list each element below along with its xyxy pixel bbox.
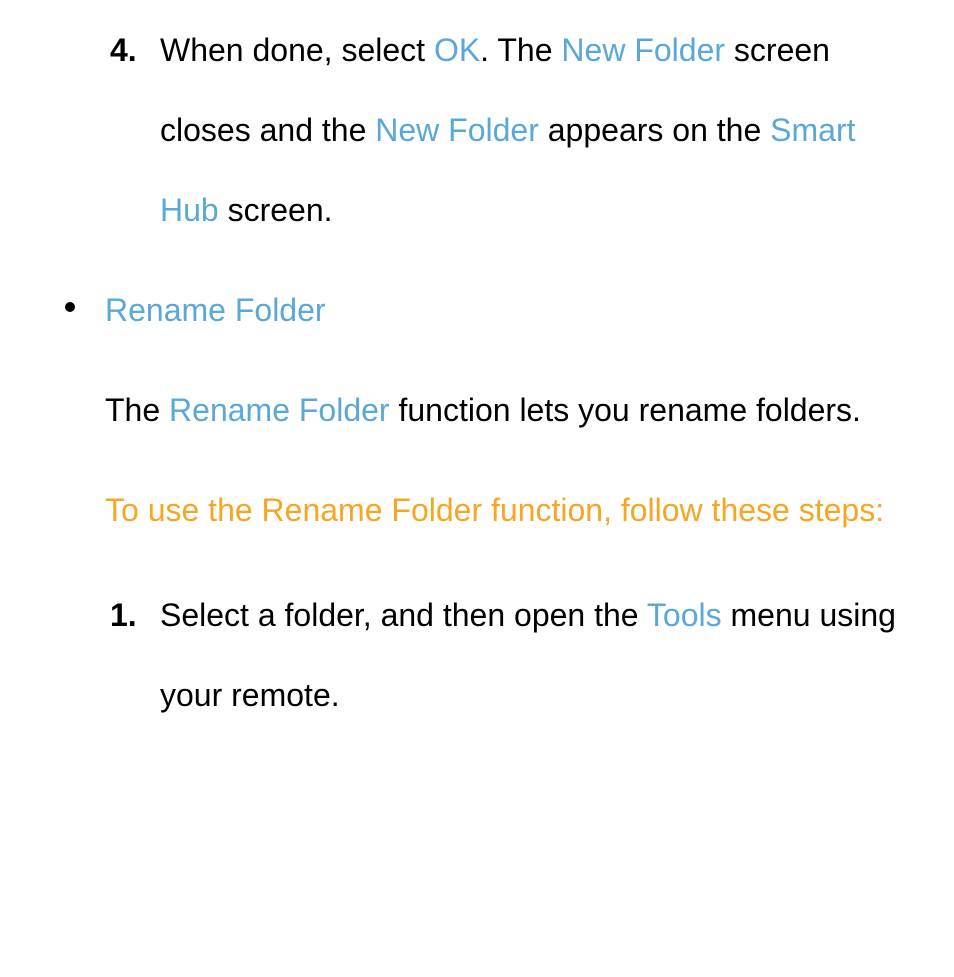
instruction-text: To use the Rename Folder function, follo… (105, 470, 914, 550)
rename-folder-heading: Rename Folder (60, 270, 914, 350)
step-4-marker: 4. (110, 10, 137, 90)
step-1: 1. Select a folder, and then open the To… (110, 575, 914, 735)
new-folder-label-1: New Folder (561, 32, 725, 68)
rename-folder-description: The Rename Folder function lets you rena… (105, 370, 914, 450)
step-1-marker: 1. (110, 575, 137, 655)
step-4-text-5: screen. (219, 192, 333, 228)
rename-desc-t2: function lets you rename folders. (390, 392, 861, 428)
tools-label: Tools (647, 597, 722, 633)
step-1-text-1: Select a folder, and then open the (160, 597, 647, 633)
step-4-text-1: When done, select (160, 32, 434, 68)
step-4: 4. When done, select OK. The New Folder … (110, 10, 914, 250)
ok-label: OK (434, 32, 480, 68)
new-folder-label-2: New Folder (375, 112, 539, 148)
rename-desc-t1: The (105, 392, 169, 428)
step-4-text-4: appears on the (539, 112, 770, 148)
step-4-text-2: . The (480, 32, 561, 68)
rename-folder-inline: Rename Folder (169, 392, 390, 428)
document-page: 4. When done, select OK. The New Folder … (0, 0, 954, 735)
rename-folder-label: Rename Folder (105, 292, 326, 328)
